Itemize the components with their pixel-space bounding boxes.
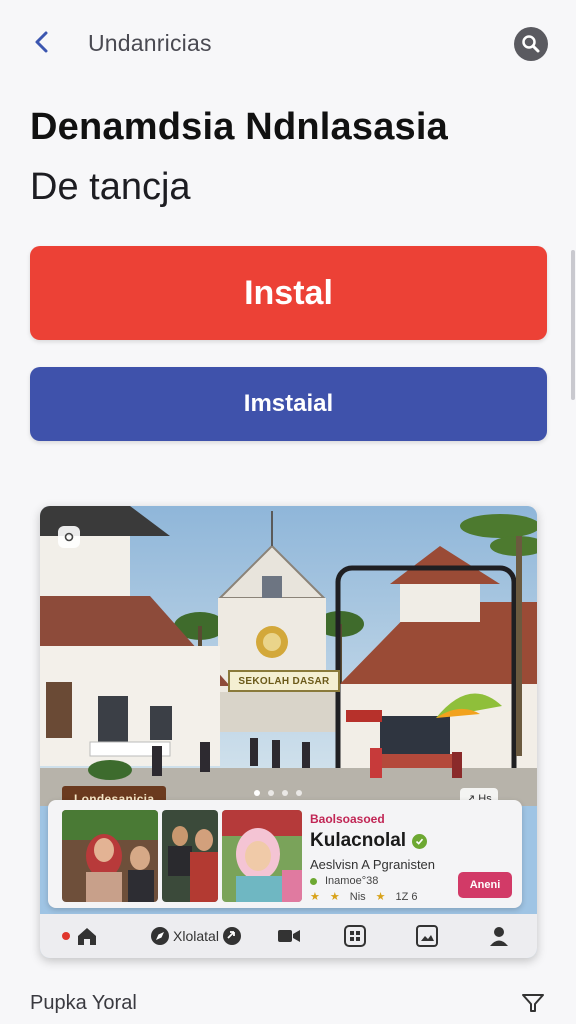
card-title-row: Kulacnolal: [310, 830, 435, 852]
nav-gallery[interactable]: [414, 922, 440, 950]
chevron-left-icon: [35, 31, 48, 53]
portrait-photo: [222, 810, 302, 902]
card-stat-1: Nis: [349, 890, 366, 903]
nav-explore-label: Xlolatal: [173, 928, 219, 944]
carousel-dot[interactable]: [296, 790, 302, 796]
card-stats: ★ ★ Nis ★ 1Z 6: [310, 890, 435, 904]
nav-grid[interactable]: [342, 922, 368, 950]
nav-video[interactable]: [274, 922, 304, 950]
search-icon: [522, 35, 540, 53]
app-card[interactable]: Baolsoasoed Kulacnolal Aeslvisn A Pgrani…: [48, 800, 522, 908]
top-bar: Undanricias: [0, 0, 576, 88]
section-label: Pupka Yoral: [30, 992, 137, 1014]
headline: Denamdsia Ndnlasasia: [30, 106, 448, 148]
filter-button[interactable]: [520, 990, 546, 1016]
notification-dot: [62, 932, 70, 940]
card-action-button[interactable]: Aneni: [458, 872, 512, 898]
filter-icon: [522, 994, 544, 1012]
card-subtitle: Aeslvisn A Pgranisten: [310, 857, 436, 872]
camera-chip[interactable]: [58, 526, 80, 548]
nav-explore[interactable]: Xlolatal: [148, 922, 244, 950]
nav-home[interactable]: [56, 922, 104, 950]
card-meta-text: Inamoe°38: [325, 875, 379, 887]
card-details: Baolsoasoed Kulacnolal Aeslvisn A Pgrani…: [310, 812, 435, 903]
secondary-install-button[interactable]: Imstaial: [30, 367, 547, 441]
people-photo: [162, 810, 218, 902]
thumbnail-2[interactable]: [162, 810, 218, 902]
card-meta: Inamoe°38: [310, 875, 435, 887]
image-icon: [416, 925, 438, 947]
profile-icon: [490, 927, 508, 946]
search-button[interactable]: [514, 27, 548, 61]
thumbnail-3[interactable]: [222, 810, 302, 902]
people-photo: [62, 810, 158, 902]
building-sign: SEKOLAH DASAR: [228, 670, 340, 692]
media-preview[interactable]: SEKOLAH DASAR Londesanicia ↗ Hs Baolsoas…: [40, 506, 537, 958]
bottom-nav: Xlolatal: [40, 914, 537, 958]
compass-icon: [151, 927, 170, 945]
camera-icon: [64, 532, 74, 542]
carousel-dot[interactable]: [254, 790, 260, 796]
verified-icon: [412, 833, 428, 849]
card-kicker: Baolsoasoed: [310, 812, 385, 826]
grid-icon: [344, 925, 366, 947]
status-dot-icon: [310, 877, 317, 885]
carousel-dot[interactable]: [282, 790, 288, 796]
scrollbar[interactable]: [571, 250, 575, 400]
nav-profile[interactable]: [486, 922, 512, 950]
install-button[interactable]: Instal: [30, 246, 547, 340]
star-icon: ★: [375, 891, 386, 903]
subheadline: De tancja: [30, 166, 191, 208]
share-icon: [222, 927, 241, 945]
card-title: Kulacnolal: [310, 830, 407, 851]
back-button[interactable]: [26, 26, 58, 58]
carousel-dot[interactable]: [268, 790, 274, 796]
star-icon: ★: [310, 891, 320, 903]
home-icon: [78, 928, 96, 945]
star-icon: ★: [329, 891, 340, 903]
page-title: Undanricias: [88, 30, 212, 56]
carousel-dots[interactable]: [254, 790, 302, 796]
school-photo: [40, 506, 537, 806]
card-stat-2: 1Z 6: [395, 890, 418, 903]
thumbnail-1[interactable]: [62, 810, 158, 902]
video-icon: [278, 930, 300, 942]
